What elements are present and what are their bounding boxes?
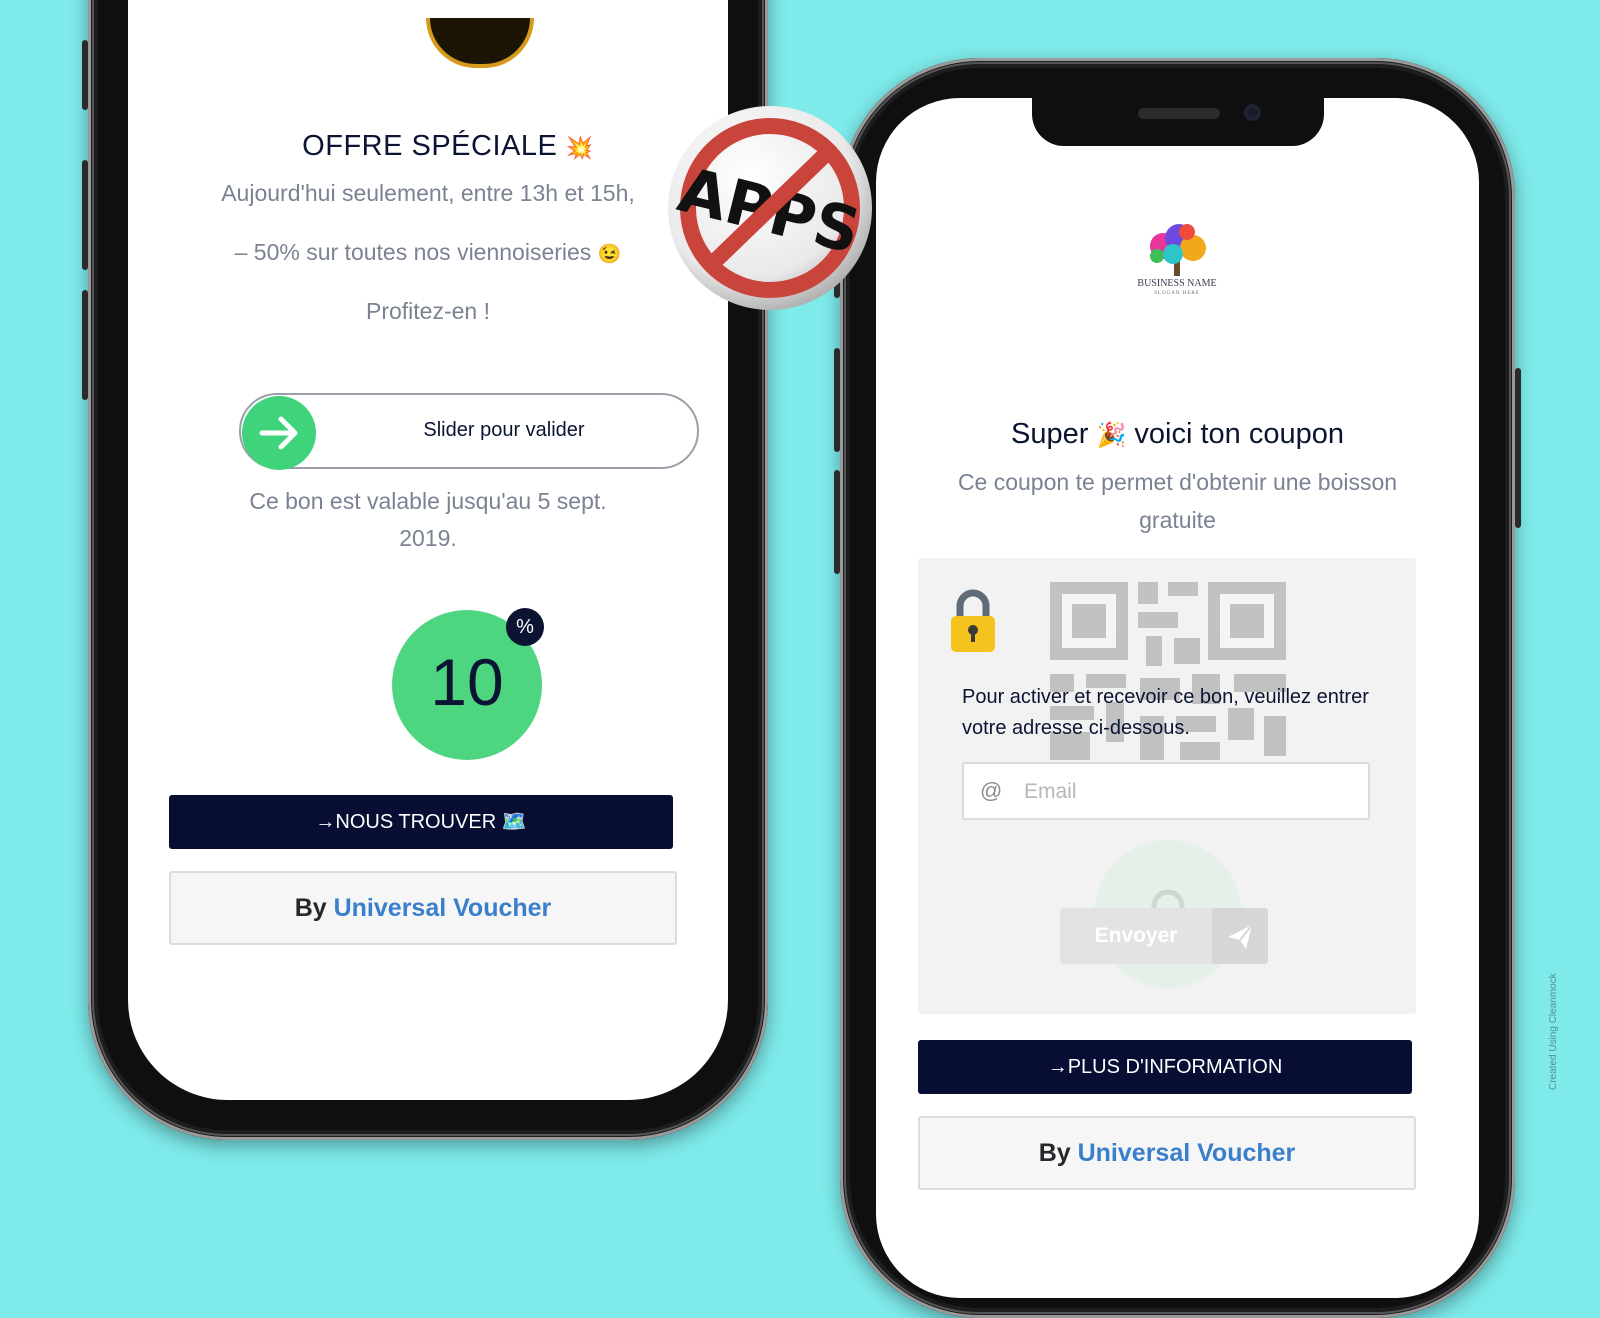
by-label: By [294,894,327,922]
business-logo [426,18,534,68]
explosion-emoji-icon: 💥 [565,135,594,160]
universal-voucher-link[interactable]: Universal Voucher [1078,1139,1296,1167]
volume-down-button [834,470,840,574]
coupon-description: Ce coupon te permet d'obtenir une boisso… [957,469,1398,533]
mute-switch [82,40,88,110]
tree-logo-icon [1150,224,1206,276]
by-universal-voucher[interactable]: By Universal Voucher [918,1116,1416,1190]
discount-value: 10 [430,645,504,719]
find-us-button[interactable]: →NOUS TROUVER 🗺️ [169,795,673,849]
volume-up-button [82,160,88,270]
slider-label: Slider pour valider [423,419,585,441]
power-button [1515,368,1521,528]
padlock-icon [951,589,995,652]
coupon-title: Super 🎉 voici ton coupon [916,418,1439,451]
phone-notch [1032,98,1324,146]
right-phone-screen: BUSINESS NAME SLOGAN HERE Super 🎉 voici … [876,98,1479,1298]
offer-line-2-text: – 50% sur toutes nos viennoiseries [234,239,592,265]
business-slogan: SLOGAN HERE [1154,291,1200,296]
activation-instructions: Pour activer et recevoir ce bon, veuille… [962,686,1369,739]
at-sign-icon: @ [980,778,1003,803]
more-info-button[interactable]: →PLUS D'INFORMATION [918,1040,1412,1094]
validity-line-2: 2019. [399,525,457,551]
paper-plane-icon [1212,908,1268,964]
slider-handle[interactable] [242,396,316,470]
send-button[interactable]: Envoyer [1060,908,1268,964]
offer-title: OFFRE SPÉCIALE 💥 [188,130,708,163]
volume-down-button [82,290,88,400]
offer-line-1: Aujourd'hui seulement, entre 13h et 15h, [221,180,635,206]
front-camera [1244,104,1261,121]
offer-title-text: OFFRE SPÉCIALE [302,130,558,162]
right-phone-frame: BUSINESS NAME SLOGAN HERE Super 🎉 voici … [834,58,1521,1318]
universal-voucher-link[interactable]: Universal Voucher [334,894,552,922]
send-button-label: Envoyer [1094,924,1178,947]
by-universal-voucher[interactable]: By Universal Voucher [169,871,677,945]
arrow-right-icon [259,416,298,450]
left-phone-screen: OFFRE SPÉCIALE 💥 Aujourd'hui seulement, … [128,0,728,1100]
percent-icon: % [506,608,544,646]
business-logo: BUSINESS NAME SLOGAN HERE [1127,222,1227,312]
email-field[interactable]: @ [962,762,1370,820]
speaker-grille [1138,108,1220,119]
validity-line-1: Ce bon est valable jusqu'au 5 sept. [249,488,607,514]
credit-text: Created Using Cleanmock [1548,973,1559,1090]
business-name: BUSINESS NAME [1137,278,1217,289]
no-apps-icon: APPS [668,106,872,310]
validation-slider[interactable]: Slider pour valider [239,393,699,470]
email-input[interactable] [1022,776,1356,808]
offer-line-2: – 50% sur toutes nos viennoiseries 😉 [158,239,698,266]
by-label: By [1038,1139,1071,1167]
coupon-title-after: voici ton coupon [1134,418,1344,450]
offer-line-3: Profitez-en ! [366,298,490,324]
discount-badge: 10 % [392,608,544,760]
wink-emoji-icon: 😉 [597,244,622,265]
volume-up-button [834,348,840,452]
coupon-title-before: Super [1011,418,1089,450]
party-popper-icon: 🎉 [1096,422,1127,449]
locked-coupon-panel: Pour activer et recevoir ce bon, veuille… [918,558,1416,1014]
